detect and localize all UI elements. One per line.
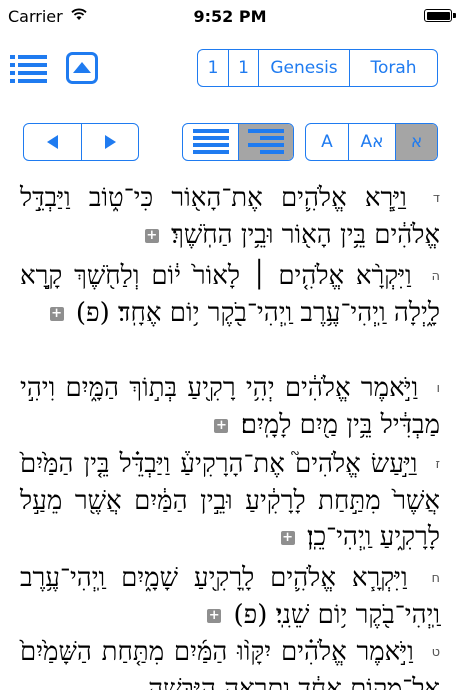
verse-text: וַיִּקְרָ֨א אֱלֹהִ֤ים ׀ לָאוֹר֙ י֔וֹם וְ… <box>20 261 440 328</box>
verse-4: ד וַיַּ֧רְא אֱלֹהִ֛ים אֶת־הָא֖וֹר כִּי־ט… <box>20 180 440 253</box>
mixed-font-button[interactable]: Aא <box>348 124 395 160</box>
verse-text: וַיֹּ֣אמֶר אֱלֹהִ֗ים יִקָּו֨וּ הַמַּ֜יִם… <box>20 637 440 690</box>
verse-6: ו וַיֹּ֣אמֶר אֱלֹהִ֔ים יְהִ֥י רָקִ֖יעַ ב… <box>20 370 440 443</box>
verse-7: ז וַיַּ֣עַשׂ אֱלֹהִים֮ אֶת־הָרָקִיעַ֒ וַ… <box>20 446 440 555</box>
prev-next-control <box>23 123 139 161</box>
verse-text: וַיַּ֣עַשׂ אֱלֹהִים֮ אֶת־הָרָקִיעַ֒ וַיַ… <box>20 449 440 552</box>
next-button[interactable] <box>81 124 138 160</box>
navigation-toolbar: 1 1 Genesis Torah <box>0 32 460 107</box>
verse-number: ה <box>431 269 441 284</box>
latin-font-button[interactable]: A <box>306 124 348 160</box>
expand-plus-icon[interactable]: + <box>207 609 222 623</box>
verse-number: ו <box>436 381 441 396</box>
align-right-button[interactable] <box>238 124 293 160</box>
verse-8: ח וַיִּקְרָ֧א אֱלֹהִ֛ים לָֽרָקִ֖יעַ שָׁמ… <box>20 560 440 633</box>
verse-text: וַיִּקְרָ֧א אֱלֹהִ֛ים לָֽרָקִ֖יעַ שָׁמָ֑… <box>20 563 440 630</box>
arrow-left-icon <box>46 135 58 149</box>
expand-plus-icon[interactable]: + <box>214 419 229 433</box>
hebrew-font-button[interactable]: א <box>395 124 437 160</box>
book-button[interactable]: Genesis <box>258 50 349 86</box>
verse-text: וַיַּ֧רְא אֱלֹהִ֛ים אֶת־הָא֖וֹר כִּי־ט֑ו… <box>20 183 440 250</box>
alignment-control <box>182 123 294 161</box>
script-control: A Aא א <box>305 123 438 161</box>
verse-number: ט <box>431 645 440 660</box>
expand-plus-icon[interactable]: + <box>49 307 64 321</box>
expand-plus-icon[interactable]: + <box>144 229 159 243</box>
location-selector: 1 1 Genesis Torah <box>197 49 438 87</box>
verse-text: וַיֹּ֣אמֶר אֱלֹהִ֔ים יְהִ֥י רָקִ֖יעַ בְּ… <box>20 373 440 440</box>
chapter-button[interactable]: 1 <box>198 50 228 86</box>
text-content: ה ד וַיַּ֧רְא אֱלֹהִ֛ים אֶת־הָא֖וֹר כִּי… <box>0 172 460 690</box>
verse-number: ד <box>432 191 440 206</box>
list-icon[interactable] <box>10 54 48 84</box>
status-time: 9:52 PM <box>193 7 267 26</box>
verse-number: ח <box>431 571 441 586</box>
verse-text: ה <box>425 172 440 179</box>
scroll-top-icon[interactable] <box>66 52 98 84</box>
verse-number: ז <box>435 457 441 472</box>
align-right-icon <box>248 129 284 154</box>
verse-button[interactable]: 1 <box>228 50 258 86</box>
arrow-right-icon <box>105 135 116 149</box>
align-justify-icon <box>192 129 229 154</box>
expand-plus-icon[interactable]: + <box>280 531 295 545</box>
verse-9: ט וַיֹּ֣אמֶר אֱלֹהִ֗ים יִקָּו֨וּ הַמַּ֜י… <box>20 634 440 690</box>
justify-button[interactable] <box>183 124 238 160</box>
status-bar: Carrier 9:52 PM <box>0 0 460 32</box>
battery-icon <box>424 9 456 22</box>
display-toolbar: A Aא א <box>0 106 460 173</box>
verse-5: ה וַיִּקְרָ֨א אֱלֹהִ֤ים ׀ לָאוֹר֙ י֔וֹם … <box>20 258 440 331</box>
previous-button[interactable] <box>24 124 81 160</box>
collection-button[interactable]: Torah <box>349 50 437 86</box>
